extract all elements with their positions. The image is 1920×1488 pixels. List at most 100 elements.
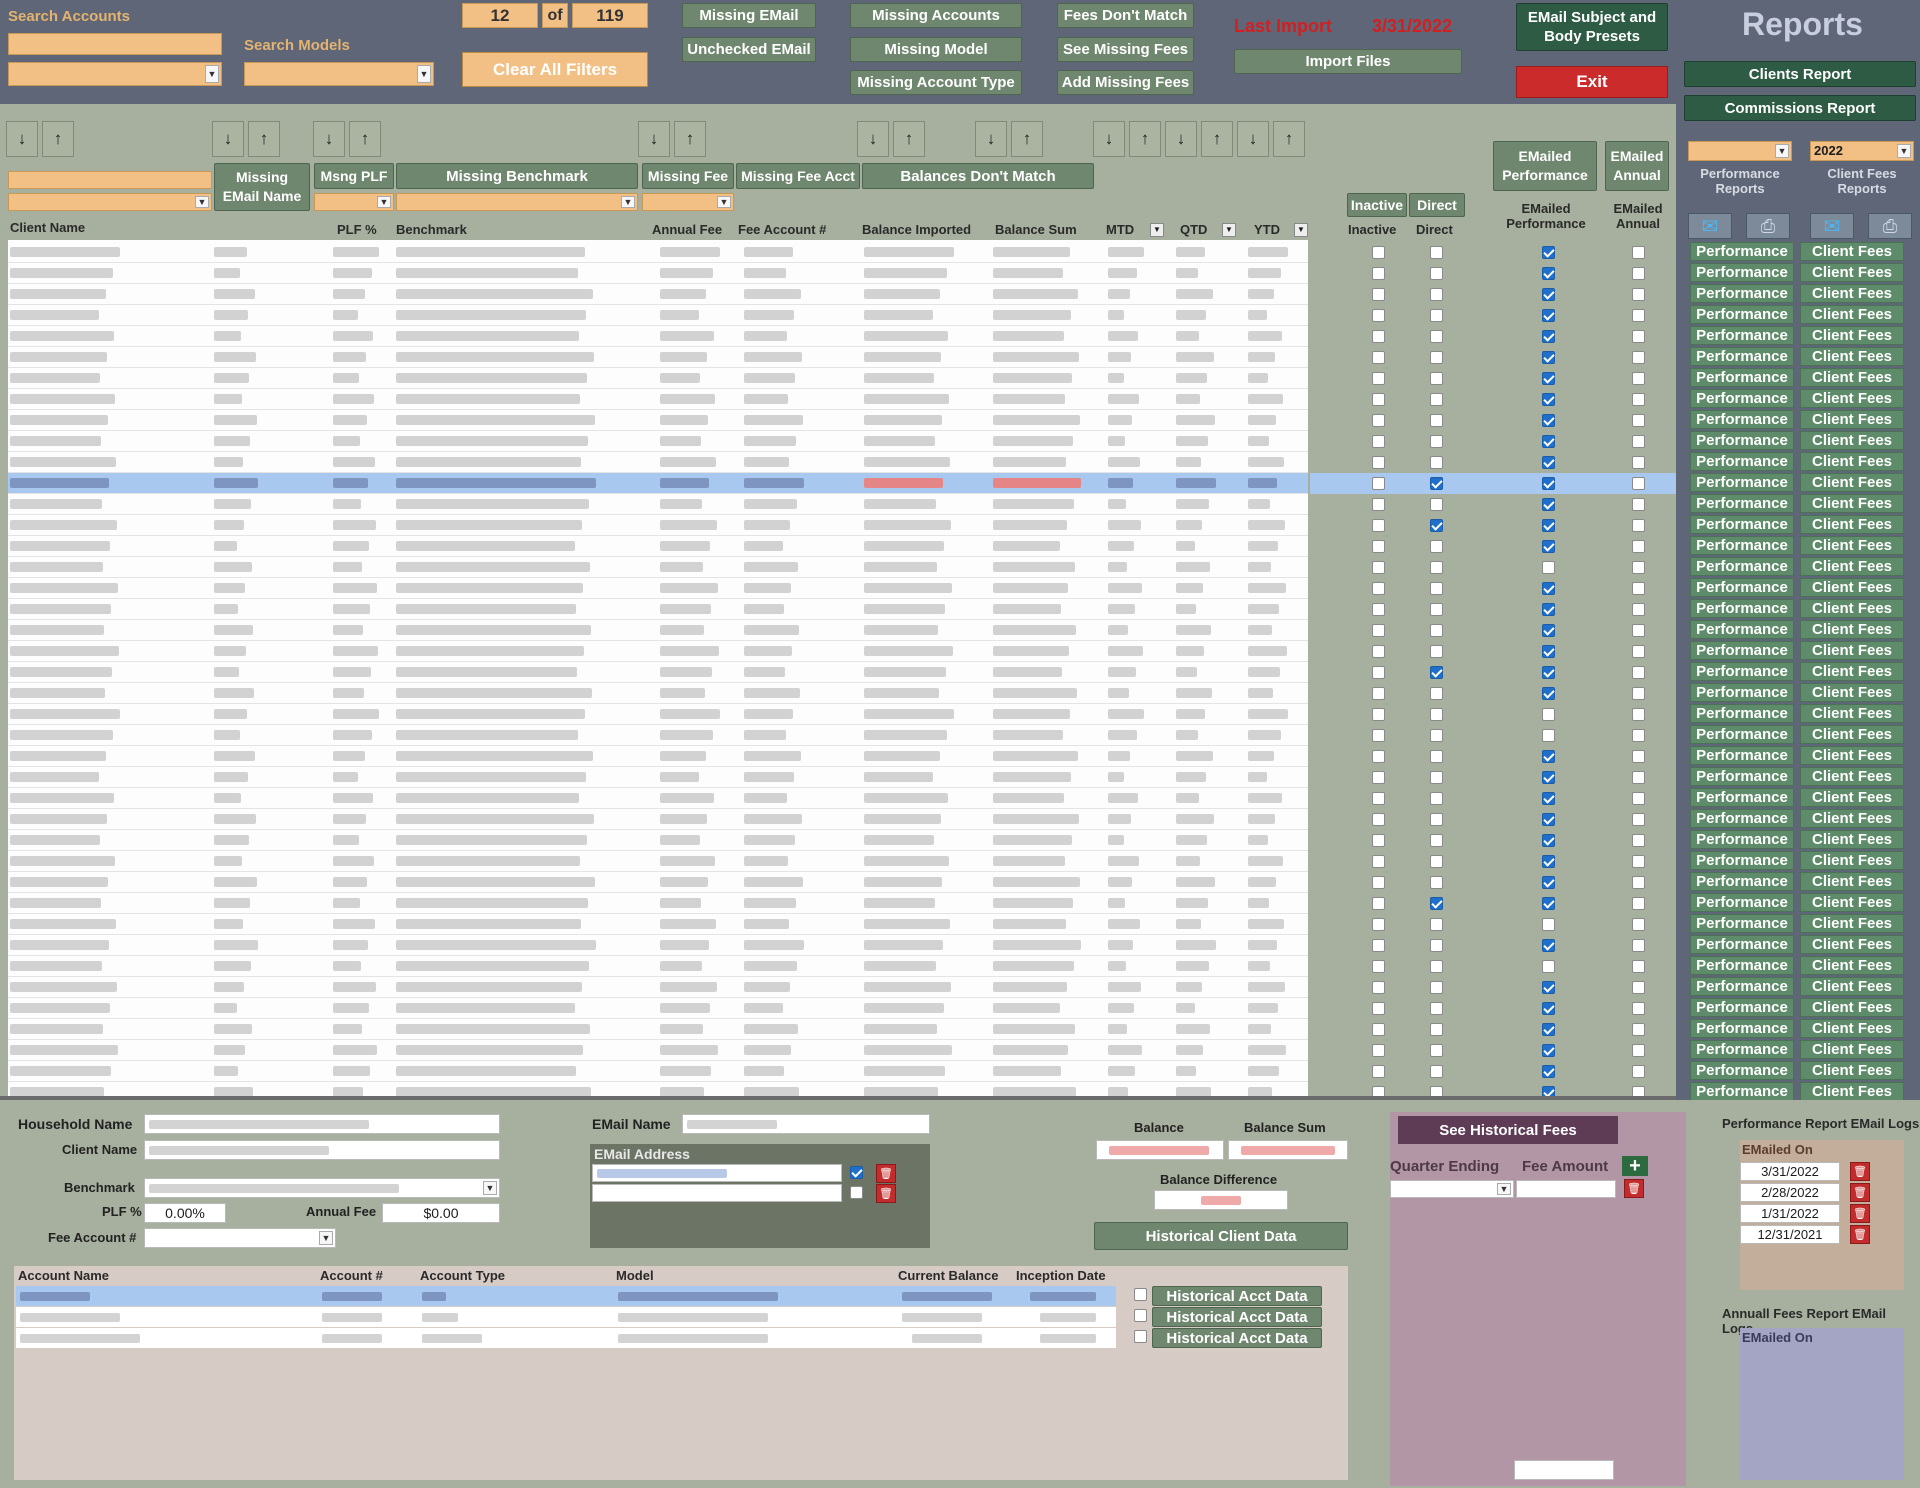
emailed-performance-checkbox[interactable] [1542, 834, 1555, 847]
emailed-annual-checkbox[interactable] [1632, 246, 1645, 259]
import-files-button[interactable]: Import Files [1234, 49, 1462, 74]
emailed-performance-checkbox[interactable] [1542, 813, 1555, 826]
emailed-annual-checkbox[interactable] [1632, 624, 1645, 637]
see-missing-fees-button[interactable]: See Missing Fees [1057, 37, 1194, 62]
sort-asc-icon[interactable]: ↓ [1093, 121, 1125, 157]
performance-report-button[interactable]: Performance [1690, 599, 1794, 618]
table-row[interactable] [8, 389, 1308, 410]
direct-checkbox[interactable] [1430, 1023, 1443, 1036]
direct-checkbox[interactable] [1430, 897, 1443, 910]
emailed-annual-checkbox[interactable] [1632, 309, 1645, 322]
inactive-checkbox[interactable] [1372, 729, 1385, 742]
emailed-annual-checkbox[interactable] [1632, 393, 1645, 406]
sort-desc-icon[interactable]: ↑ [1201, 121, 1233, 157]
col-mtd[interactable]: MTD [1106, 222, 1134, 237]
emailed-performance-checkbox[interactable] [1542, 309, 1555, 322]
direct-checkbox[interactable] [1430, 582, 1443, 595]
emailed-performance-checkbox[interactable] [1542, 792, 1555, 805]
client-fees-report-button[interactable]: Client Fees [1800, 998, 1904, 1017]
fee-account-dropdown[interactable]: ▼ [144, 1228, 336, 1248]
emailed-performance-checkbox[interactable] [1542, 288, 1555, 301]
missing-fee-filter-button[interactable]: Missing Fee [642, 163, 734, 189]
emailed-annual-checkbox[interactable] [1632, 456, 1645, 469]
inactive-checkbox[interactable] [1372, 435, 1385, 448]
plf-field[interactable]: 0.00% [144, 1203, 226, 1223]
direct-checkbox[interactable] [1430, 498, 1443, 511]
emailed-performance-checkbox[interactable] [1542, 939, 1555, 952]
emailed-performance-checkbox[interactable] [1542, 897, 1555, 910]
table-row[interactable] [8, 284, 1308, 305]
see-historical-fees-button[interactable]: See Historical Fees [1398, 1116, 1618, 1144]
performance-report-button[interactable]: Performance [1690, 641, 1794, 660]
emailed-annual-checkbox[interactable] [1632, 771, 1645, 784]
benchmark-dropdown[interactable]: ▼ [144, 1178, 500, 1198]
inactive-checkbox[interactable] [1372, 834, 1385, 847]
client-fees-report-button[interactable]: Client Fees [1800, 788, 1904, 807]
client-fees-report-button[interactable]: Client Fees [1800, 809, 1904, 828]
performance-report-button[interactable]: Performance [1690, 494, 1794, 513]
performance-report-button[interactable]: Performance [1690, 893, 1794, 912]
performance-report-button[interactable]: Performance [1690, 935, 1794, 954]
direct-checkbox[interactable] [1430, 729, 1443, 742]
emailed-annual-checkbox[interactable] [1632, 855, 1645, 868]
emailed-annual-checkbox[interactable] [1632, 645, 1645, 658]
emailed-annual-checkbox[interactable] [1632, 792, 1645, 805]
performance-report-button[interactable]: Performance [1690, 557, 1794, 576]
direct-checkbox[interactable] [1430, 267, 1443, 280]
performance-report-button[interactable]: Performance [1690, 431, 1794, 450]
emailed-annual-checkbox[interactable] [1632, 477, 1645, 490]
email-1-checkbox[interactable] [850, 1166, 863, 1179]
direct-checkbox[interactable] [1430, 708, 1443, 721]
performance-report-button[interactable]: Performance [1690, 242, 1794, 261]
delete-log-icon[interactable]: 🗑 [1850, 1162, 1870, 1181]
sort-asc-icon[interactable]: ↓ [857, 121, 889, 157]
table-row[interactable] [8, 515, 1308, 536]
table-row[interactable] [8, 977, 1308, 998]
emailed-annual-checkbox[interactable] [1632, 414, 1645, 427]
delete-email-1-icon[interactable]: 🗑 [876, 1164, 896, 1183]
client-fees-report-button[interactable]: Client Fees [1800, 284, 1904, 303]
client-fees-report-button[interactable]: Client Fees [1800, 830, 1904, 849]
sort-desc-icon[interactable]: ↑ [1011, 121, 1043, 157]
direct-checkbox[interactable] [1430, 939, 1443, 952]
performance-report-button[interactable]: Performance [1690, 872, 1794, 891]
emailed-annual-checkbox[interactable] [1632, 519, 1645, 532]
emailed-annual-checkbox[interactable] [1632, 981, 1645, 994]
delete-log-icon[interactable]: 🗑 [1850, 1183, 1870, 1202]
col-balance-sum[interactable]: Balance Sum [995, 222, 1077, 237]
email-2-checkbox[interactable] [850, 1186, 863, 1199]
client-fees-report-button[interactable]: Client Fees [1800, 1082, 1904, 1100]
performance-report-button[interactable]: Performance [1690, 1040, 1794, 1059]
inactive-checkbox[interactable] [1372, 351, 1385, 364]
client-fees-report-button[interactable]: Client Fees [1800, 956, 1904, 975]
performance-report-button[interactable]: Performance [1690, 389, 1794, 408]
balances-dont-match-filter-button[interactable]: Balances Don't Match [862, 163, 1094, 189]
chevron-down-icon[interactable]: ▼ [1150, 223, 1164, 237]
year-dropdown[interactable]: 2022 ▼ [1810, 141, 1914, 161]
emailed-performance-checkbox[interactable] [1542, 561, 1555, 574]
client-fees-report-button[interactable]: Client Fees [1800, 641, 1904, 660]
client-fees-report-button[interactable]: Client Fees [1800, 893, 1904, 912]
performance-report-button[interactable]: Performance [1690, 452, 1794, 471]
direct-checkbox[interactable] [1430, 561, 1443, 574]
emailed-annual-checkbox[interactable] [1632, 813, 1645, 826]
direct-checkbox[interactable] [1430, 813, 1443, 826]
sort-asc-icon[interactable]: ↓ [1165, 121, 1197, 157]
direct-checkbox[interactable] [1430, 792, 1443, 805]
fee-amount-field[interactable] [1516, 1180, 1616, 1198]
table-row[interactable] [8, 263, 1308, 284]
missing-model-button[interactable]: Missing Model [850, 37, 1022, 62]
client-name-filter[interactable] [8, 171, 212, 189]
table-row[interactable] [8, 536, 1308, 557]
col-balance-imported[interactable]: Balance Imported [862, 222, 971, 237]
table-row[interactable] [8, 809, 1308, 830]
inactive-checkbox[interactable] [1372, 897, 1385, 910]
emailed-performance-checkbox[interactable] [1542, 267, 1555, 280]
email-address-field-1[interactable] [592, 1164, 842, 1182]
emailed-performance-checkbox[interactable] [1542, 435, 1555, 448]
exit-button[interactable]: Exit [1516, 66, 1668, 98]
client-fees-report-button[interactable]: Client Fees [1800, 473, 1904, 492]
emailed-performance-checkbox[interactable] [1542, 519, 1555, 532]
client-fees-report-button[interactable]: Client Fees [1800, 578, 1904, 597]
client-fees-report-button[interactable]: Client Fees [1800, 410, 1904, 429]
